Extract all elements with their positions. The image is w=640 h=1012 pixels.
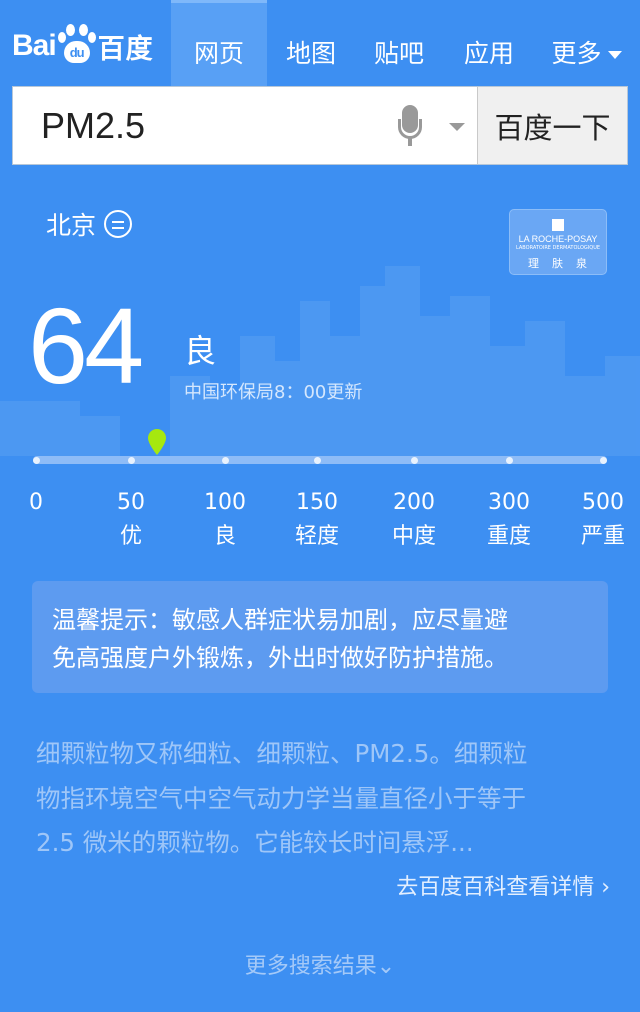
scale-label: 300 重度 [469, 486, 549, 554]
nav-tabs: 网页 地图 贴吧 应用 更多 [171, 0, 638, 86]
tab-more-label: 更多 [551, 39, 602, 68]
scale-tick [33, 457, 40, 464]
tab-map[interactable]: 地图 [267, 0, 355, 86]
scale-level: 中度 [391, 524, 436, 549]
tab-tieba[interactable]: 贴吧 [355, 0, 443, 86]
tab-web[interactable]: 网页 [171, 0, 267, 86]
scale-value: 200 [393, 490, 435, 515]
scale-label: 500 严重 [563, 486, 640, 554]
logo-text-bai: Bai [12, 29, 57, 62]
more-results-button[interactable]: 更多搜索结果⌄ [0, 948, 640, 980]
scale-label: 100 良 [185, 486, 265, 554]
city-selector[interactable]: 北京 [46, 206, 133, 242]
sponsor-logo[interactable]: LA ROCHE-POSAY LABORATOIRE DERMATOLOGIQU… [509, 209, 607, 275]
health-tip-line-1: 温馨提示：敏感人群症状易加剧，应尽量避 [52, 606, 508, 634]
scale-level: 重度 [486, 524, 531, 549]
scale-value: 0 [29, 490, 43, 515]
city-name: 北京 [46, 211, 97, 240]
aqi-level: 良 [184, 332, 217, 370]
voice-options-caret-icon[interactable] [449, 123, 465, 131]
sponsor-chinese: 理肤泉 [528, 257, 600, 270]
scale-tick [411, 457, 418, 464]
pm25-description: 细颗粒物又称细粒、细颗粒、PM2.5。细颗粒 物指环境空气中空气动力学当量直径小… [36, 732, 612, 866]
baike-link[interactable]: 去百度百科查看详情 › [396, 869, 610, 901]
scale-tick [128, 457, 135, 464]
paw-icon: du [57, 24, 96, 68]
tab-apps[interactable]: 应用 [443, 0, 535, 86]
sponsor-brand: LA ROCHE-POSAY [518, 234, 598, 244]
scale-label: 0 [0, 486, 76, 520]
health-tip-line-2: 免高强度户外锻炼，外出时做好防护措施。 [52, 644, 508, 672]
scale-value: 300 [488, 490, 530, 515]
scale-level: 轻度 [294, 524, 339, 549]
description-line-1: 细颗粒物又称细粒、细颗粒、PM2.5。细颗粒 [36, 739, 528, 768]
scale-tick [314, 457, 321, 464]
scale-tick [222, 457, 229, 464]
scale-label: 200 中度 [374, 486, 454, 554]
baidu-logo[interactable]: Bai du 百度 [12, 22, 154, 70]
scale-level: 优 [119, 524, 142, 549]
health-tip: 温馨提示：敏感人群症状易加剧，应尽量避 免高强度户外锻炼，外出时做好防护措施。 [32, 581, 608, 693]
scale-value: 100 [204, 490, 246, 515]
pm25-result-card: 北京 LA ROCHE-POSAY LABORATOIRE DERMATOLOG… [0, 166, 640, 1012]
update-time: 中国环保局8：00更新 [184, 382, 363, 403]
scale-value: 150 [296, 490, 338, 515]
scale-value: 50 [117, 490, 145, 515]
description-line-3: 2.5 微米的颗粒物。它能较长时间悬浮... [36, 828, 474, 857]
microphone-icon[interactable] [398, 105, 422, 147]
scale-level: 严重 [580, 524, 625, 549]
search-input[interactable] [13, 87, 506, 164]
tab-more[interactable]: 更多 [535, 0, 638, 86]
scale-level: 良 [213, 524, 236, 549]
scale-label: 50 优 [91, 486, 171, 554]
scale-value: 500 [582, 490, 624, 515]
aqi-marker-icon [148, 429, 167, 455]
scale-tick [600, 457, 607, 464]
top-nav: Bai du 百度 网页 地图 贴吧 应用 更多 [0, 0, 640, 86]
search-bar: 百度一下 [12, 86, 628, 165]
switch-city-icon [104, 210, 133, 238]
search-button[interactable]: 百度一下 [477, 87, 627, 164]
scale-label: 150 轻度 [277, 486, 357, 554]
chevron-down-icon [607, 51, 622, 59]
description-line-2: 物指环境空气中空气动力学当量直径小于等于 [36, 783, 526, 813]
logo-text-du: du [69, 44, 85, 60]
scale-tick [506, 457, 513, 464]
aqi-value: 64 [28, 285, 144, 406]
sponsor-subline: LABORATOIRE DERMATOLOGIQUE [515, 245, 601, 251]
logo-text-cn: 百度 [97, 33, 154, 64]
